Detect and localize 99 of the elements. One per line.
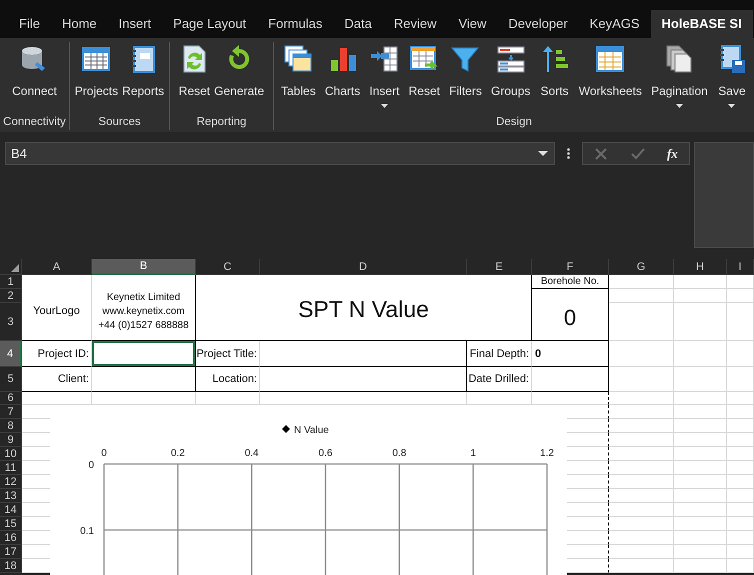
row-header[interactable]: 7: [0, 405, 22, 419]
row-header[interactable]: 18: [0, 559, 22, 573]
ribbon-button[interactable]: Pagination: [650, 42, 709, 114]
company-info-text: Keynetix Limited: [106, 290, 180, 304]
axis-tick-label: 0.2: [170, 448, 185, 459]
group-label: Design: [495, 115, 533, 130]
ribbon-tab[interactable]: Developer: [497, 10, 579, 38]
column-header[interactable]: D: [260, 259, 467, 275]
value-cell[interactable]: [92, 341, 196, 367]
field-label: Location:: [196, 367, 260, 392]
value-cell[interactable]: [532, 367, 609, 392]
ribbon-button[interactable]: Connect: [11, 42, 58, 114]
ribbon-tab[interactable]: Formulas: [257, 10, 334, 38]
value-cell[interactable]: [260, 367, 467, 392]
ribbon-tab[interactable]: File: [8, 10, 51, 38]
row-header[interactable]: 12: [0, 475, 22, 489]
row-header[interactable]: 10: [0, 447, 22, 461]
row-header[interactable]: 15: [0, 517, 22, 531]
ribbon-button[interactable]: Tables: [280, 42, 317, 114]
field-label: Client:: [22, 367, 92, 392]
legend-label: N Value: [294, 425, 329, 436]
ribbon-tab[interactable]: Review: [382, 10, 448, 38]
axis-tick-label: 0.8: [392, 448, 406, 459]
axis-tick-label: 0: [101, 448, 107, 459]
row-header[interactable]: 2: [0, 289, 22, 303]
ribbon-button[interactable]: Sorts: [538, 42, 571, 114]
axis-tick-label: 1: [470, 448, 476, 459]
borehole-label: Borehole No.: [532, 275, 609, 289]
column-header[interactable]: C: [196, 259, 260, 275]
ribbon-button[interactable]: Reset: [178, 42, 212, 114]
value-cell[interactable]: 0: [532, 341, 609, 367]
column-header[interactable]: F: [532, 259, 609, 275]
ribbon-tab[interactable]: Insert: [108, 10, 162, 38]
value-cell[interactable]: [92, 367, 196, 392]
axis-tick-label: 1.2: [540, 448, 554, 459]
group-label: Connectivity: [2, 115, 67, 130]
ribbon-tab[interactable]: Home: [50, 10, 108, 38]
ribbon-button[interactable]: Groups: [490, 42, 532, 114]
value-cell[interactable]: [260, 341, 467, 367]
ribbon-button[interactable]: Projects: [74, 42, 120, 114]
ribbon-tab[interactable]: KeyAGS: [578, 10, 651, 38]
field-label: Project Title:: [196, 341, 260, 367]
row-header[interactable]: 11: [0, 461, 22, 475]
report-title: SPT N Value: [196, 275, 532, 341]
column-header[interactable]: E: [467, 259, 532, 275]
name-box[interactable]: B4: [5, 142, 555, 165]
formula-input-field[interactable]: [694, 142, 754, 248]
pages-icon: [664, 44, 694, 74]
row-header[interactable]: 6: [0, 392, 22, 405]
column-header[interactable]: B: [92, 259, 196, 275]
ribbon-button[interactable]: Insert: [368, 42, 400, 114]
vertical-dots-icon[interactable]: [567, 148, 570, 159]
field-label: Final Depth:: [467, 341, 532, 367]
ribbon-tab[interactable]: Page Layout: [162, 10, 258, 38]
group-label: Sources: [97, 115, 142, 130]
row-header[interactable]: 16: [0, 531, 22, 545]
list-groups-icon: [496, 44, 526, 74]
ribbon-button[interactable]: Charts: [324, 42, 362, 114]
axis-tick-label: 0.1: [80, 526, 94, 537]
field-label: Project ID:: [22, 341, 92, 367]
row-header[interactable]: 14: [0, 503, 22, 517]
corner-triangle-icon[interactable]: [11, 264, 19, 272]
company-info-text: www.keynetix.com: [102, 304, 185, 318]
column-header[interactable]: I: [727, 259, 754, 275]
ribbon-tab[interactable]: Data: [333, 10, 383, 38]
row-header[interactable]: 13: [0, 489, 22, 503]
company-info-text: +44 (0)1527 688888: [98, 318, 189, 332]
column-header[interactable]: A: [22, 259, 92, 275]
axis-tick-label: 0.4: [244, 448, 259, 459]
ribbon-button[interactable]: Reports: [121, 42, 166, 114]
column-header[interactable]: G: [609, 259, 674, 275]
ribbon-button[interactable]: Filters: [448, 42, 483, 114]
row-header[interactable]: 5: [0, 367, 22, 392]
worksheet-icon: [595, 44, 626, 74]
axis-tick-label: 0: [88, 460, 94, 471]
row-header[interactable]: 4: [0, 341, 22, 367]
stacked-tables-icon: [283, 44, 314, 74]
row-header[interactable]: 3: [0, 303, 22, 341]
row-header[interactable]: 8: [0, 419, 22, 433]
column-header[interactable]: H: [674, 259, 727, 275]
ribbon-button[interactable]: Generate: [213, 42, 266, 114]
logo-placeholder-text: YourLogo: [22, 275, 92, 341]
row-header[interactable]: 17: [0, 545, 22, 559]
row-header[interactable]: 9: [0, 433, 22, 447]
caret-icon: [538, 151, 548, 156]
insert-function-button[interactable]: fx: [664, 144, 680, 164]
borehole-number: 0: [532, 289, 609, 341]
ribbon-tab[interactable]: HoleBASE SI: [650, 10, 753, 38]
table-icon: [81, 44, 112, 74]
ribbon-button[interactable]: Reset: [408, 42, 441, 114]
ribbon-tab[interactable]: View: [447, 10, 498, 38]
ribbon-button[interactable]: Save: [716, 42, 748, 114]
ribbon-button[interactable]: Worksheets: [578, 42, 643, 114]
row-header[interactable]: 1: [0, 275, 22, 289]
insert-columns-icon: [369, 44, 400, 74]
axis-tick-label: 0.6: [318, 448, 332, 459]
group-label: Reporting: [196, 115, 248, 130]
legend-marker-icon: [282, 425, 290, 433]
field-label: Date Drilled:: [467, 367, 532, 392]
